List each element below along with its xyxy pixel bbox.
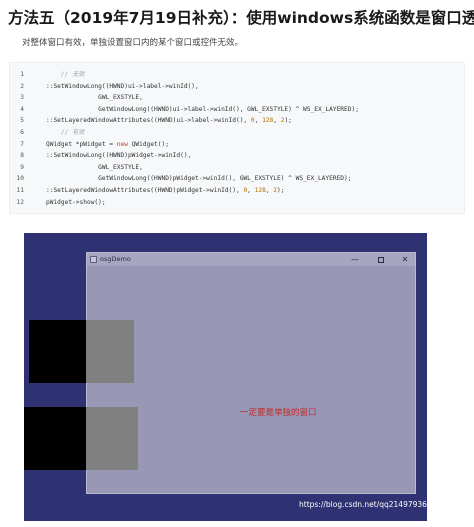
code-line: 6 // 有效 <box>10 127 464 138</box>
window-center-text: 一定要是单独的窗口 <box>240 408 317 418</box>
code-line: 1 // 无效 <box>10 69 464 80</box>
code-token: QWidget(); <box>127 140 169 148</box>
line-number: 7 <box>20 140 24 148</box>
article-heading: 方法五（2019年7月19日补充）：使用windows系统函数是窗口透明 <box>8 9 474 27</box>
code-token: GetWindowLong((HWND)ui->label->winId(), … <box>46 105 359 113</box>
code-token: // 无效 <box>60 71 85 78</box>
code-token: , <box>254 117 263 125</box>
code-line: 4 GetWindowLong((HWND)ui->label->winId()… <box>10 104 464 115</box>
code-text: QWidget *pWidget = new QWidget(); <box>46 139 169 150</box>
close-icon: ✕ <box>401 255 409 264</box>
csdn-watermark: https://blog.csdn.net/qq21497936 <box>299 500 427 509</box>
window-titlebar[interactable]: osgDemo — ✕ <box>87 253 415 266</box>
code-text: GetWindowLong((HWND)pWidget->winId(), GW… <box>46 173 351 184</box>
code-text: ::SetLayeredWindowAttributes((HWND)ui->l… <box>46 115 292 126</box>
code-token: QWidget *pWidget = <box>46 140 117 148</box>
window-title: osgDemo <box>100 255 131 263</box>
code-token: ::SetWindowLong((HWND)ui->label->winId()… <box>46 82 199 90</box>
maximize-icon <box>378 256 384 263</box>
code-token: 128 <box>254 187 266 194</box>
transparent-widget-lower <box>86 407 138 470</box>
code-token: ); <box>284 117 292 125</box>
code-line: 11::SetLayeredWindowAttributes((HWND)pWi… <box>10 185 464 196</box>
code-token: GWL_EXSTYLE, <box>46 163 143 171</box>
code-text: GetWindowLong((HWND)ui->label->winId(), … <box>46 104 359 115</box>
code-token: ::SetLayeredWindowAttributes((HWND)ui->l… <box>46 117 251 125</box>
line-number: 9 <box>20 163 24 171</box>
line-number: 12 <box>16 198 24 206</box>
line-number: 2 <box>20 82 24 90</box>
code-token: new <box>116 140 128 148</box>
app-icon <box>90 256 97 263</box>
line-number: 6 <box>20 129 24 136</box>
line-number: 4 <box>20 105 24 113</box>
code-token: 128 <box>262 117 274 125</box>
line-number: 8 <box>20 152 24 160</box>
code-text: ::SetWindowLong((HWND)pWidget->winId(), <box>46 150 191 161</box>
article-subtext: 对整体窗口有效，单独设置窗口内的某个窗口或控件无效。 <box>22 38 244 48</box>
code-line: 7 QWidget *pWidget = new QWidget(); <box>10 139 464 150</box>
black-block-upper <box>29 320 86 383</box>
code-token: ); <box>277 187 285 194</box>
code-line: 9 GWL_EXSTYLE, <box>10 162 464 173</box>
code-token: ::SetLayeredWindowAttributes((HWND)pWidg… <box>46 187 244 194</box>
black-block-lower <box>24 407 86 470</box>
code-text: pWidget->show(); <box>46 197 106 208</box>
line-number: 10 <box>16 175 24 183</box>
code-token: ::SetWindowLong((HWND)pWidget->winId(), <box>46 152 192 160</box>
code-text: // 无效 <box>46 69 85 80</box>
line-number: 1 <box>20 71 24 78</box>
minimize-button[interactable]: — <box>343 253 367 266</box>
code-block: 1 // 无效 2::SetWindowLong((HWND)ui->label-… <box>9 62 465 214</box>
code-text: GWL_EXSTYLE, <box>46 162 143 173</box>
code-text: // 有效 <box>46 127 85 138</box>
code-text: ::SetLayeredWindowAttributes((HWND)pWidg… <box>46 185 284 196</box>
line-number: 11 <box>16 187 24 194</box>
minimize-icon: — <box>351 255 359 264</box>
code-line: 8::SetWindowLong((HWND)pWidget->winId(), <box>10 150 464 161</box>
code-token: GetWindowLong((HWND)pWidget->winId(), GW… <box>46 175 352 183</box>
code-token: , <box>273 117 281 125</box>
code-line: 12 pWidget->show(); <box>10 197 464 208</box>
code-line: 2::SetWindowLong((HWND)ui->label->winId(… <box>10 81 464 92</box>
code-text: GWL_EXSTYLE, <box>46 92 143 103</box>
code-text: ::SetWindowLong((HWND)ui->label->winId()… <box>46 81 199 92</box>
maximize-button[interactable] <box>369 253 393 266</box>
code-token: , <box>247 187 255 194</box>
code-line: 5::SetLayeredWindowAttributes((HWND)ui->… <box>10 115 464 126</box>
code-line: 10 GetWindowLong((HWND)pWidget->winId(),… <box>10 173 464 184</box>
code-token: pWidget->show(); <box>46 198 106 206</box>
transparent-widget-upper <box>86 320 134 383</box>
code-line: 3 GWL_EXSTYLE, <box>10 92 464 103</box>
line-number: 5 <box>20 117 24 125</box>
code-token: GWL_EXSTYLE, <box>46 94 143 102</box>
close-button[interactable]: ✕ <box>393 253 417 266</box>
line-number: 3 <box>20 94 24 102</box>
code-token: // 有效 <box>60 129 85 136</box>
